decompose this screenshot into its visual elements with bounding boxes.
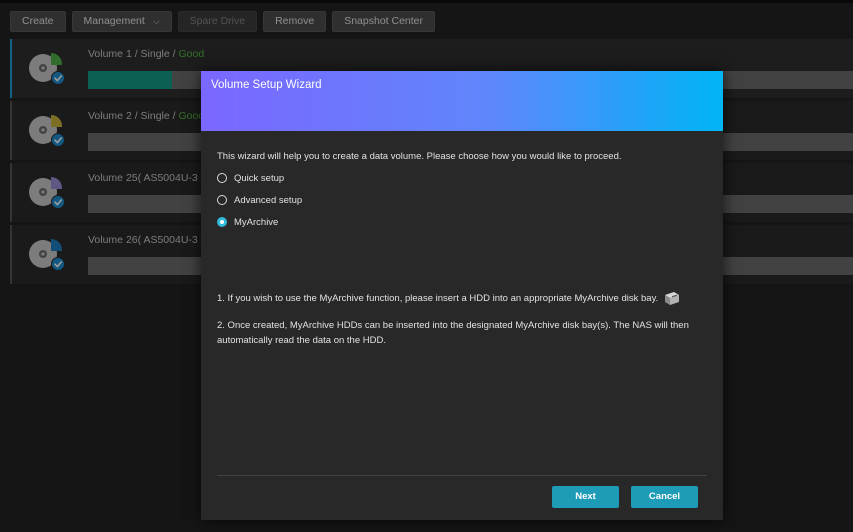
radio-button[interactable] (217, 195, 227, 205)
note-1-text: 1. If you wish to use the MyArchive func… (217, 292, 659, 304)
dialog-body: This wizard will help you to create a da… (217, 151, 707, 228)
option-label: MyArchive (234, 216, 279, 228)
option-quick-setup[interactable]: Quick setup (217, 172, 707, 184)
myarchive-note-2: 2. Once created, MyArchive HDDs can be i… (217, 320, 689, 346)
intro-text: This wizard will help you to create a da… (217, 151, 622, 162)
hdd-icon (665, 292, 680, 305)
dialog-title: Volume Setup Wizard (211, 79, 322, 91)
radio-button[interactable] (217, 217, 227, 227)
option-advanced-setup[interactable]: Advanced setup (217, 194, 707, 206)
option-label: Advanced setup (234, 194, 303, 206)
next-button[interactable]: Next (552, 486, 619, 508)
option-label: Quick setup (234, 172, 285, 184)
footer-divider (217, 475, 707, 476)
radio-button[interactable] (217, 173, 227, 183)
option-myarchive[interactable]: MyArchive (217, 216, 707, 228)
cancel-button[interactable]: Cancel (631, 486, 698, 508)
myarchive-note-1: 1. If you wish to use the MyArchive func… (217, 290, 681, 306)
dialog-header: Volume Setup Wizard (201, 71, 723, 131)
volume-setup-wizard-dialog: Volume Setup Wizard This wizard will hel… (201, 71, 723, 520)
